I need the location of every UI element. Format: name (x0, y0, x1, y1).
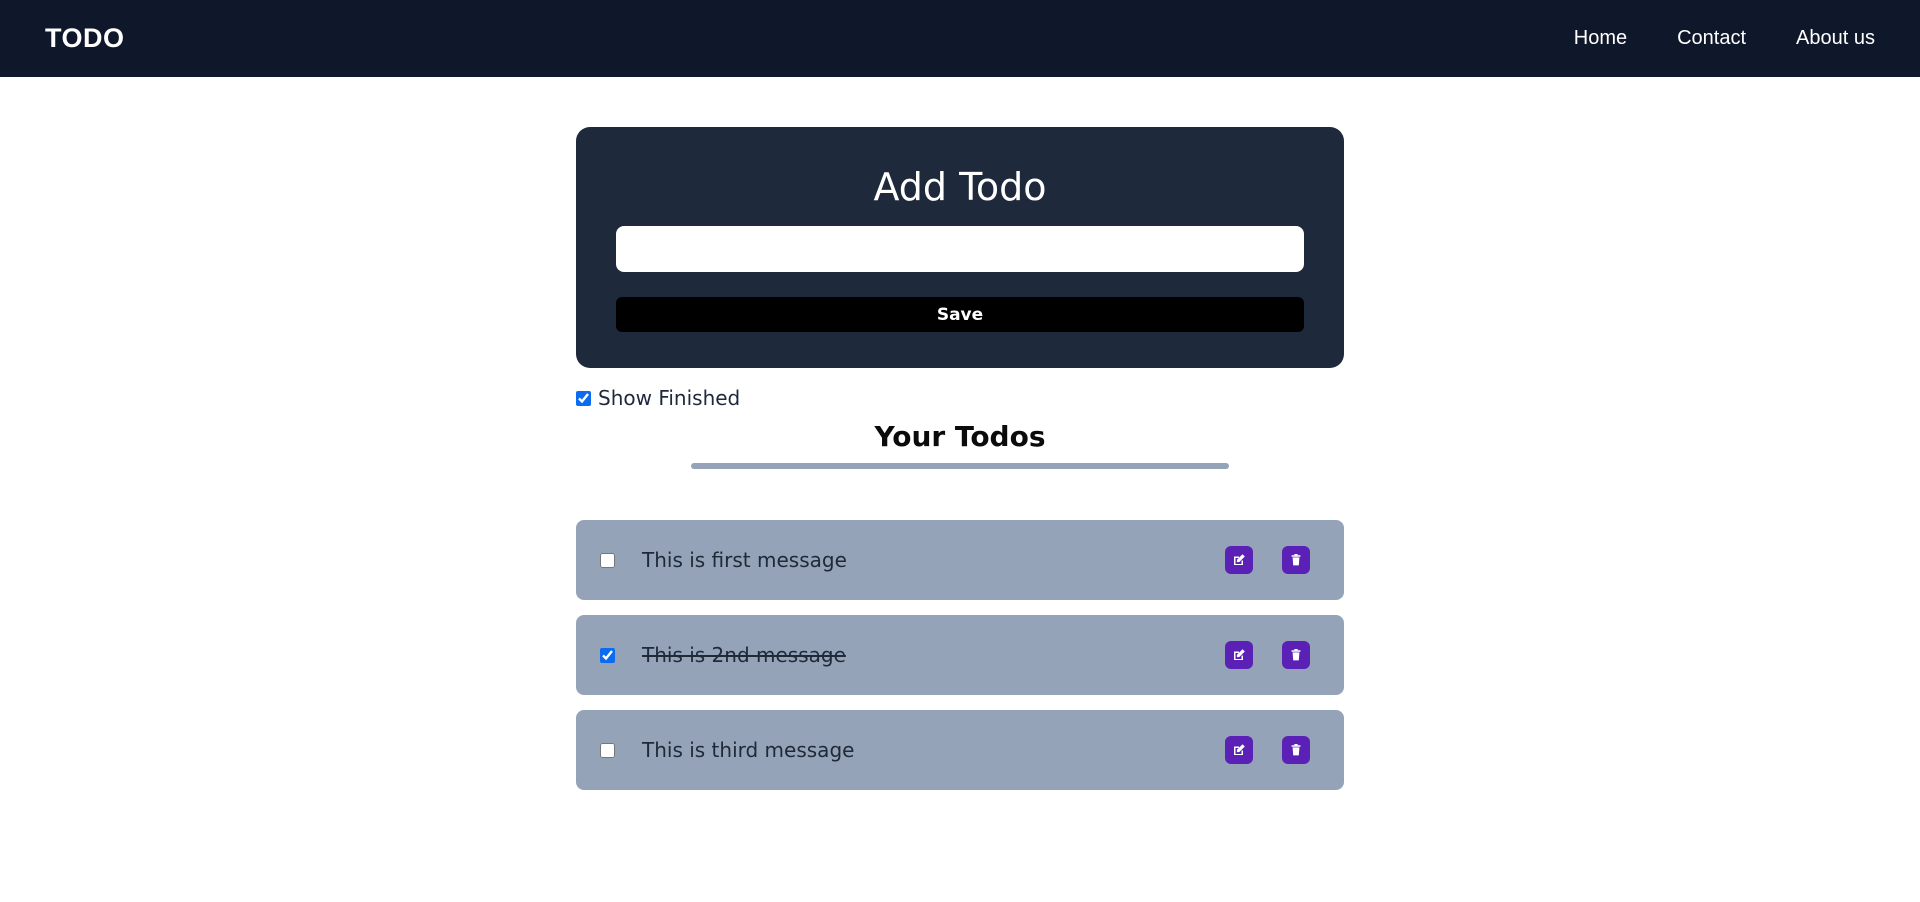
save-button[interactable]: Save (616, 297, 1304, 332)
show-finished-label: Show Finished (598, 386, 741, 410)
todo-text: This is first message (642, 548, 847, 572)
delete-button[interactable] (1282, 546, 1310, 574)
edit-icon (1231, 742, 1247, 758)
todo-list: This is first message This is 2nd messag… (576, 520, 1344, 805)
todo-checkbox[interactable] (600, 647, 615, 663)
todo-item: This is 2nd message (576, 615, 1344, 695)
trash-icon (1288, 742, 1304, 758)
edit-icon (1231, 552, 1247, 568)
add-todo-title: Add Todo (873, 165, 1047, 209)
nav-link-contact[interactable]: Contact (1677, 27, 1746, 50)
brand-logo[interactable]: TODO (45, 23, 125, 54)
trash-icon (1288, 647, 1304, 663)
edit-button[interactable] (1225, 736, 1253, 764)
edit-button[interactable] (1225, 641, 1253, 669)
trash-icon (1288, 552, 1304, 568)
todo-item: This is first message (576, 520, 1344, 600)
add-todo-card: Add Todo Save (576, 127, 1344, 368)
edit-button[interactable] (1225, 546, 1253, 574)
todo-actions (1225, 546, 1310, 574)
todo-actions (1225, 641, 1310, 669)
todo-actions (1225, 736, 1310, 764)
todo-item: This is third message (576, 710, 1344, 790)
delete-button[interactable] (1282, 736, 1310, 764)
todo-text: This is 2nd message (642, 643, 846, 667)
section-divider (691, 463, 1229, 469)
nav-link-about-us[interactable]: About us (1796, 27, 1875, 50)
todo-input[interactable] (616, 226, 1304, 272)
todo-text: This is third message (642, 738, 855, 762)
show-finished-checkbox[interactable] (576, 390, 591, 406)
your-todos-heading: Your Todos (874, 420, 1046, 453)
show-finished-toggle[interactable]: Show Finished (576, 386, 740, 410)
navbar: TODO Home Contact About us (0, 0, 1920, 77)
edit-icon (1231, 647, 1247, 663)
nav-links: Home Contact About us (1574, 27, 1875, 50)
todo-checkbox[interactable] (600, 552, 615, 568)
todo-checkbox[interactable] (600, 742, 615, 758)
nav-link-home[interactable]: Home (1574, 27, 1627, 50)
delete-button[interactable] (1282, 641, 1310, 669)
